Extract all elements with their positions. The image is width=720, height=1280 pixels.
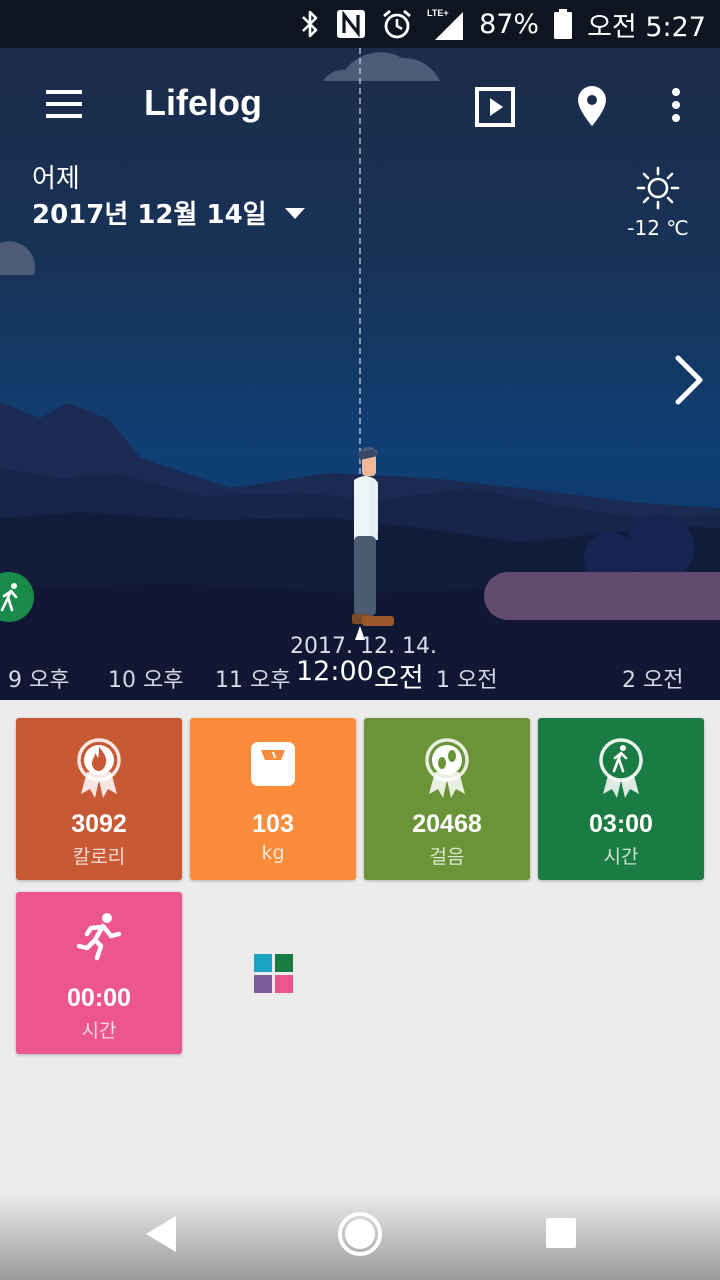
walking-icon <box>0 583 18 612</box>
clock: 오전 5:27 <box>587 11 706 43</box>
footsteps-icon <box>425 738 469 798</box>
time-label-current: 12:00 <box>296 656 374 687</box>
calorie-flame-icon <box>77 738 121 798</box>
timeline-scene[interactable]: Lifelog 어제 2017년 12월 14일 -12 ℃ 2017. 12.… <box>0 48 720 700</box>
status-bar: LTE+ 87% 오전 5:27 <box>0 0 720 48</box>
tile-value: 3092 <box>71 810 127 838</box>
tile-unit: 시간 <box>603 846 639 868</box>
recent-apps-icon[interactable] <box>542 1214 580 1252</box>
running-time-tile[interactable]: 00:00 시간 <box>16 892 182 1054</box>
svg-text:LTE+: LTE+ <box>427 8 449 18</box>
tile-value: 03:00 <box>589 810 653 838</box>
time-label-1am: 1 오전 <box>436 668 498 693</box>
chevron-right-icon[interactable] <box>660 348 716 412</box>
date-picker[interactable]: 2017년 12월 14일 <box>32 194 305 231</box>
calories-tile[interactable]: 3092 칼로리 <box>16 718 182 880</box>
tile-value: 00:00 <box>67 984 131 1012</box>
weight-scale-icon <box>251 742 295 786</box>
tile-unit: 칼로리 <box>72 846 126 868</box>
weight-tile[interactable]: 103 kg <box>190 718 356 880</box>
tile-unit: kg <box>261 842 285 864</box>
add-tile-grid-icon[interactable] <box>254 954 294 994</box>
bluetooth-icon <box>299 9 321 39</box>
time-label-10pm: 10 오후 <box>108 668 184 693</box>
walking-icon <box>599 738 643 798</box>
tile-value: 103 <box>252 810 294 838</box>
navigation-bar <box>0 1192 720 1280</box>
menu-icon[interactable] <box>40 82 88 126</box>
back-icon[interactable] <box>140 1212 184 1256</box>
nfc-icon <box>335 8 367 40</box>
dropdown-arrow-icon <box>284 208 305 219</box>
tile-unit: 걸음 <box>429 846 465 868</box>
battery-icon <box>553 8 573 40</box>
app-title: Lifelog <box>144 82 262 123</box>
time-label-11pm: 11 오후 <box>215 668 291 693</box>
play-icon[interactable] <box>472 84 518 130</box>
more-options-icon[interactable] <box>660 82 692 130</box>
alarm-icon <box>381 8 413 40</box>
home-icon[interactable] <box>336 1210 384 1258</box>
time-label-current-ampm: 오전 <box>374 663 424 694</box>
time-label-9pm: 9 오후 <box>8 668 70 693</box>
sun-icon <box>636 166 680 210</box>
relative-date: 어제 <box>32 164 80 194</box>
location-pin-icon[interactable] <box>570 82 614 130</box>
signal-icon: LTE+ <box>427 7 465 41</box>
running-icon <box>76 913 122 961</box>
app-bar: Lifelog <box>0 48 720 160</box>
time-label-2am: 2 오전 <box>622 668 684 693</box>
temperature: -12 ℃ <box>627 216 689 240</box>
battery-percent: 87% <box>479 8 540 40</box>
walking-time-tile[interactable]: 03:00 시간 <box>538 718 704 880</box>
steps-tile[interactable]: 20468 걸음 <box>364 718 530 880</box>
weather: -12 ℃ <box>616 166 700 240</box>
date-label: 2017년 12월 14일 <box>32 200 267 230</box>
tile-value: 20468 <box>412 810 482 838</box>
tile-unit: 시간 <box>81 1020 117 1042</box>
